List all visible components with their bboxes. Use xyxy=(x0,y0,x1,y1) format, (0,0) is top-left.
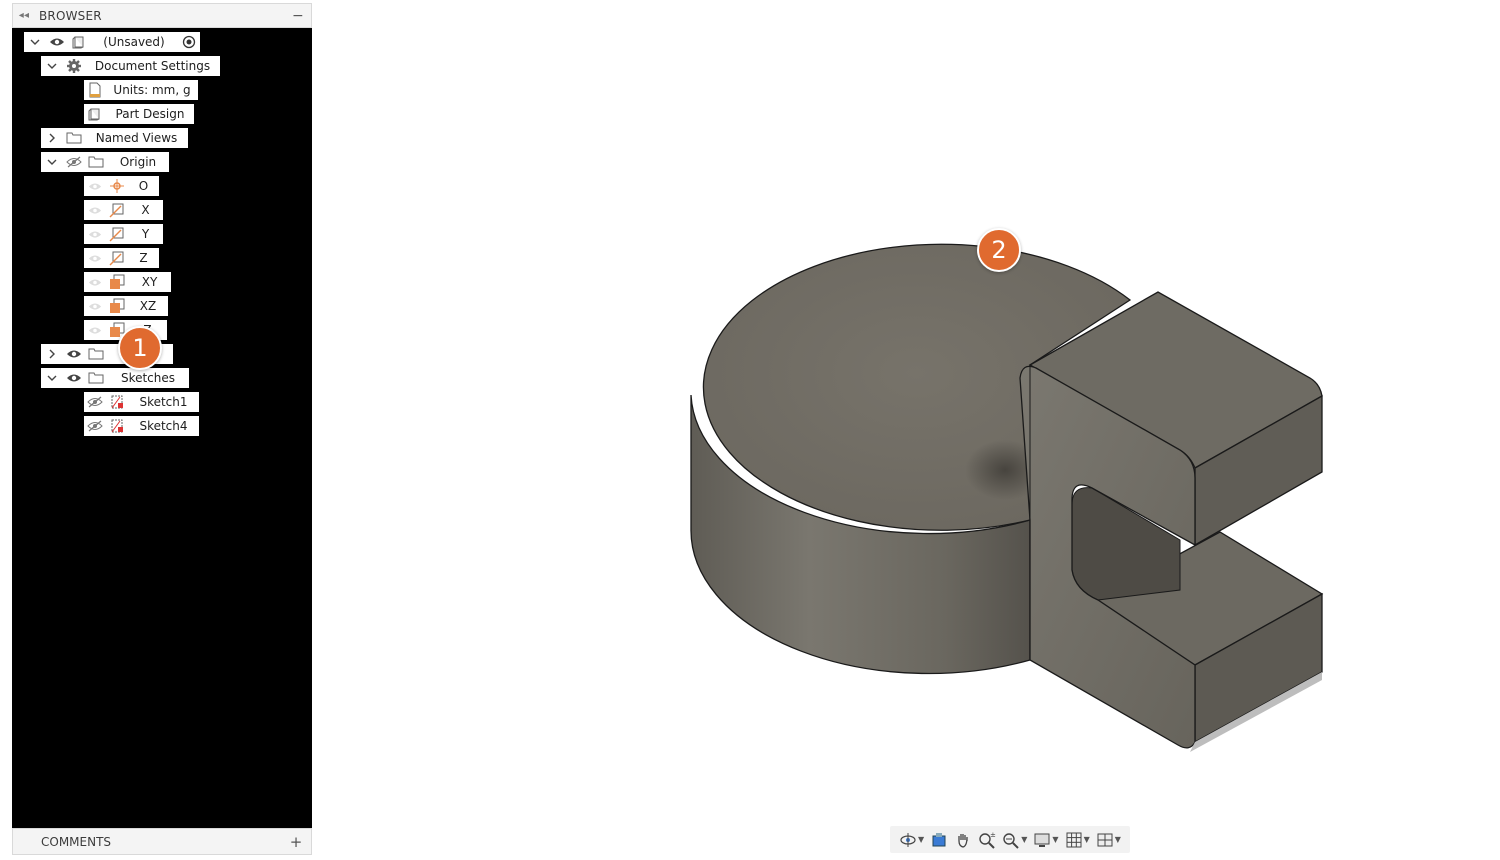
step-badge-2: 2 xyxy=(977,228,1021,272)
tree-label-part-design: Part Design xyxy=(115,107,185,121)
origin-point-icon xyxy=(106,176,128,196)
comments-panel-header: COMMENTS + xyxy=(12,828,312,855)
sketch-icon xyxy=(106,392,128,412)
eye-faded-icon[interactable] xyxy=(84,176,106,196)
units-document-icon xyxy=(84,80,106,100)
gear-icon xyxy=(63,56,85,76)
tree-label-document-settings: Document Settings xyxy=(94,59,211,73)
eye-faded-icon[interactable] xyxy=(84,200,106,220)
eye-icon[interactable] xyxy=(46,32,68,52)
sketch-icon xyxy=(106,416,128,436)
svg-text:±: ± xyxy=(990,831,996,839)
display-settings-tool[interactable]: ▼ xyxy=(1033,830,1059,850)
tree-node-root[interactable]: (Unsaved) xyxy=(24,32,200,52)
tree-node-sketch1[interactable]: Sketch1 xyxy=(84,392,199,412)
tree-node-axis-x[interactable]: X xyxy=(84,200,163,220)
tree-label-named-views: Named Views xyxy=(95,131,178,145)
folder-icon xyxy=(63,128,85,148)
plane-icon xyxy=(106,272,128,292)
add-comment-button[interactable]: + xyxy=(281,833,311,851)
pan-icon xyxy=(958,833,968,848)
zoom-icon: ± xyxy=(979,831,996,849)
tree-label-origin-xz: XZ xyxy=(139,299,157,313)
chevron-down-icon[interactable] xyxy=(41,368,63,388)
eye-icon[interactable] xyxy=(63,344,85,364)
eye-faded-icon[interactable] xyxy=(84,320,106,340)
fit-icon xyxy=(1003,832,1019,849)
eye-faded-icon[interactable] xyxy=(84,272,106,292)
part-design-icon xyxy=(84,104,106,124)
look-at-tool[interactable] xyxy=(930,830,948,850)
browser-title: BROWSER xyxy=(39,8,102,23)
eye-hidden-icon[interactable] xyxy=(84,392,106,412)
tree-node-plane-xy[interactable]: XY xyxy=(84,272,171,292)
tree-node-document-settings[interactable]: Document Settings xyxy=(41,56,220,76)
3d-viewport[interactable]: 2 xyxy=(312,0,1500,860)
eye-hidden-icon[interactable] xyxy=(63,152,85,172)
eye-hidden-icon[interactable] xyxy=(84,416,106,436)
tree-label-origin-xy: XY xyxy=(141,275,158,289)
grid-tool[interactable]: ▼ xyxy=(1065,830,1090,850)
step-badge-1: 1 xyxy=(118,326,162,370)
viewports-tool[interactable]: ▼ xyxy=(1096,830,1121,850)
eye-icon[interactable] xyxy=(63,368,85,388)
tree-node-origin[interactable]: Origin xyxy=(41,152,169,172)
browser-tree: (Unsaved) Document Settings Units: mm, g… xyxy=(12,28,312,828)
fit-tool[interactable]: ▼ xyxy=(1002,830,1027,850)
tree-node-plane-xz[interactable]: XZ xyxy=(84,296,168,316)
tree-label-units: Units: mm, g xyxy=(113,83,191,97)
component-icon xyxy=(68,32,90,52)
zoom-tool[interactable]: ± xyxy=(978,830,996,850)
browser-panel: ◂◂ BROWSER − (Unsaved) Document Settings… xyxy=(12,3,312,855)
tree-node-axis-y[interactable]: Y xyxy=(84,224,163,244)
eye-faded-icon[interactable] xyxy=(84,248,106,268)
folder-icon xyxy=(85,344,107,364)
grid-icon xyxy=(1066,832,1082,847)
tree-label-root: (Unsaved) xyxy=(103,35,165,49)
tree-node-sketch4[interactable]: Sketch4 xyxy=(84,416,199,436)
tree-label-origin: Origin xyxy=(119,155,157,169)
chevron-down-icon[interactable] xyxy=(24,32,46,52)
axis-icon xyxy=(106,224,128,244)
folder-icon xyxy=(85,152,107,172)
collapse-panel-icon[interactable]: ◂◂ xyxy=(13,10,35,21)
look-at-icon xyxy=(932,832,946,846)
tree-node-units[interactable]: Units: mm, g xyxy=(84,80,198,100)
tree-node-part-design[interactable]: Part Design xyxy=(84,104,194,124)
tree-label-origin-x: X xyxy=(141,203,150,217)
display-settings-icon xyxy=(1034,833,1050,847)
viewports-icon xyxy=(1097,833,1113,846)
chevron-right-icon[interactable] xyxy=(41,344,63,364)
orbit-tool[interactable]: ▼ xyxy=(899,830,924,850)
eye-faded-icon[interactable] xyxy=(84,296,106,316)
tree-label-sketch1: Sketch1 xyxy=(139,395,188,409)
tree-label-origin-y: Y xyxy=(141,227,150,241)
eye-faded-icon[interactable] xyxy=(84,224,106,244)
axis-icon xyxy=(106,248,128,268)
tree-node-origin-point[interactable]: O xyxy=(84,176,159,196)
chevron-down-icon[interactable] xyxy=(41,152,63,172)
3d-model[interactable] xyxy=(312,0,1500,860)
navigation-toolbar: ▼ ± ▼ ▼ ▼ ▼ xyxy=(890,826,1130,853)
fusion-window: ◂◂ BROWSER − (Unsaved) Document Settings… xyxy=(0,0,1500,860)
folder-icon xyxy=(85,368,107,388)
tree-label-origin-o: O xyxy=(138,179,149,193)
comments-title: COMMENTS xyxy=(41,834,112,849)
browser-header: ◂◂ BROWSER − xyxy=(12,3,312,28)
plane-icon xyxy=(106,296,128,316)
axis-icon xyxy=(106,200,128,220)
tree-node-sketches[interactable]: Sketches xyxy=(41,368,189,388)
minimize-panel-button[interactable]: − xyxy=(285,8,311,24)
tree-node-axis-z[interactable]: Z xyxy=(84,248,159,268)
tree-label-origin-z: Z xyxy=(139,251,148,265)
tree-label-sketch4: Sketch4 xyxy=(139,419,188,433)
activate-radio-icon[interactable] xyxy=(178,32,200,52)
chevron-right-icon[interactable] xyxy=(41,128,63,148)
tree-label-sketches: Sketches xyxy=(120,371,176,385)
tree-node-named-views[interactable]: Named Views xyxy=(41,128,188,148)
chevron-down-icon[interactable] xyxy=(41,56,63,76)
pan-tool[interactable] xyxy=(954,830,972,850)
orbit-icon xyxy=(900,832,916,847)
